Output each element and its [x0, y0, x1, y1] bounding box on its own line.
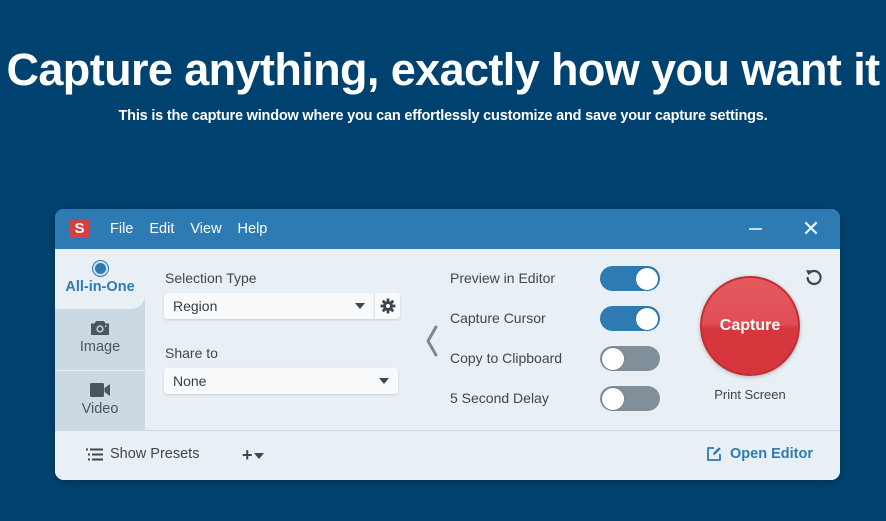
tab-label: Video — [81, 401, 119, 417]
menu-help[interactable]: Help — [238, 221, 268, 237]
close-button[interactable]: ✕ — [791, 209, 831, 249]
option-label: Capture Cursor — [450, 310, 546, 326]
show-presets-button[interactable]: Show Presets — [86, 446, 199, 462]
title-bar[interactable]: S File Edit View Help ✕ — [55, 209, 840, 249]
copy-to-clipboard-toggle[interactable] — [600, 346, 660, 371]
list-icon — [86, 448, 103, 460]
edit-icon — [707, 447, 721, 461]
share-to-label: Share to — [165, 345, 218, 361]
share-to-value: None — [173, 373, 207, 389]
option-label: Preview in Editor — [450, 270, 556, 286]
share-to-dropdown[interactable]: None — [164, 368, 398, 394]
toggle-knob — [636, 267, 658, 290]
preview-in-editor-toggle[interactable] — [600, 266, 660, 291]
camera-icon — [91, 321, 109, 335]
snagit-logo-icon: S — [70, 220, 89, 238]
minimize-icon — [748, 228, 762, 230]
add-preset-button[interactable]: + — [242, 445, 264, 466]
chevron-down-icon — [379, 378, 389, 384]
hero-subtitle: This is the capture window where you can… — [118, 108, 768, 124]
tab-video[interactable]: Video — [55, 370, 145, 430]
capture-mode-tabs: All-in-One Image Video — [55, 249, 145, 430]
toggle-knob — [636, 307, 658, 330]
radio-icon — [92, 261, 108, 276]
selection-type-label: Selection Type — [165, 270, 257, 286]
capture-cursor-toggle[interactable] — [600, 306, 660, 331]
selection-type-value: Region — [173, 298, 218, 314]
option-label: Copy to Clipboard — [450, 350, 563, 366]
capture-hotkey-label: Print Screen — [714, 387, 786, 402]
tab-label: All-in-One — [65, 279, 135, 295]
open-editor-button[interactable]: Open Editor — [706, 446, 813, 462]
chevron-down-icon — [355, 303, 365, 309]
collapse-chevron-left-icon[interactable] — [423, 323, 443, 359]
plus-icon: + — [242, 445, 253, 465]
tab-image[interactable]: Image — [55, 309, 145, 370]
minimize-button[interactable] — [735, 209, 775, 249]
tab-label: Image — [79, 339, 121, 355]
tab-connector — [145, 249, 159, 309]
reset-icon[interactable] — [804, 267, 824, 287]
gear-icon — [380, 298, 395, 314]
capture-button[interactable]: Capture — [700, 276, 800, 376]
close-icon: ✕ — [801, 216, 821, 241]
menu-file[interactable]: File — [110, 221, 133, 237]
selection-settings-button[interactable] — [374, 293, 400, 319]
selection-type-dropdown[interactable]: Region — [164, 293, 374, 319]
video-camera-icon — [90, 383, 110, 397]
open-editor-label: Open Editor — [730, 446, 813, 462]
capture-window: S File Edit View Help ✕ All-in-One Image — [55, 209, 840, 480]
show-presets-label: Show Presets — [110, 446, 200, 462]
menu-edit[interactable]: Edit — [149, 221, 174, 237]
tab-all-in-one[interactable]: All-in-One — [55, 249, 145, 309]
footer-bar: Show Presets + Open Editor — [55, 430, 840, 480]
hero-title: Capture anything, exactly how you want i… — [6, 44, 880, 95]
toggle-knob — [602, 387, 624, 410]
toggle-knob — [602, 347, 624, 370]
chevron-down-icon — [253, 452, 264, 459]
option-label: 5 Second Delay — [450, 390, 549, 406]
menu-bar: File Edit View Help — [110, 209, 283, 249]
menu-view[interactable]: View — [190, 221, 221, 237]
five-second-delay-toggle[interactable] — [600, 386, 660, 411]
